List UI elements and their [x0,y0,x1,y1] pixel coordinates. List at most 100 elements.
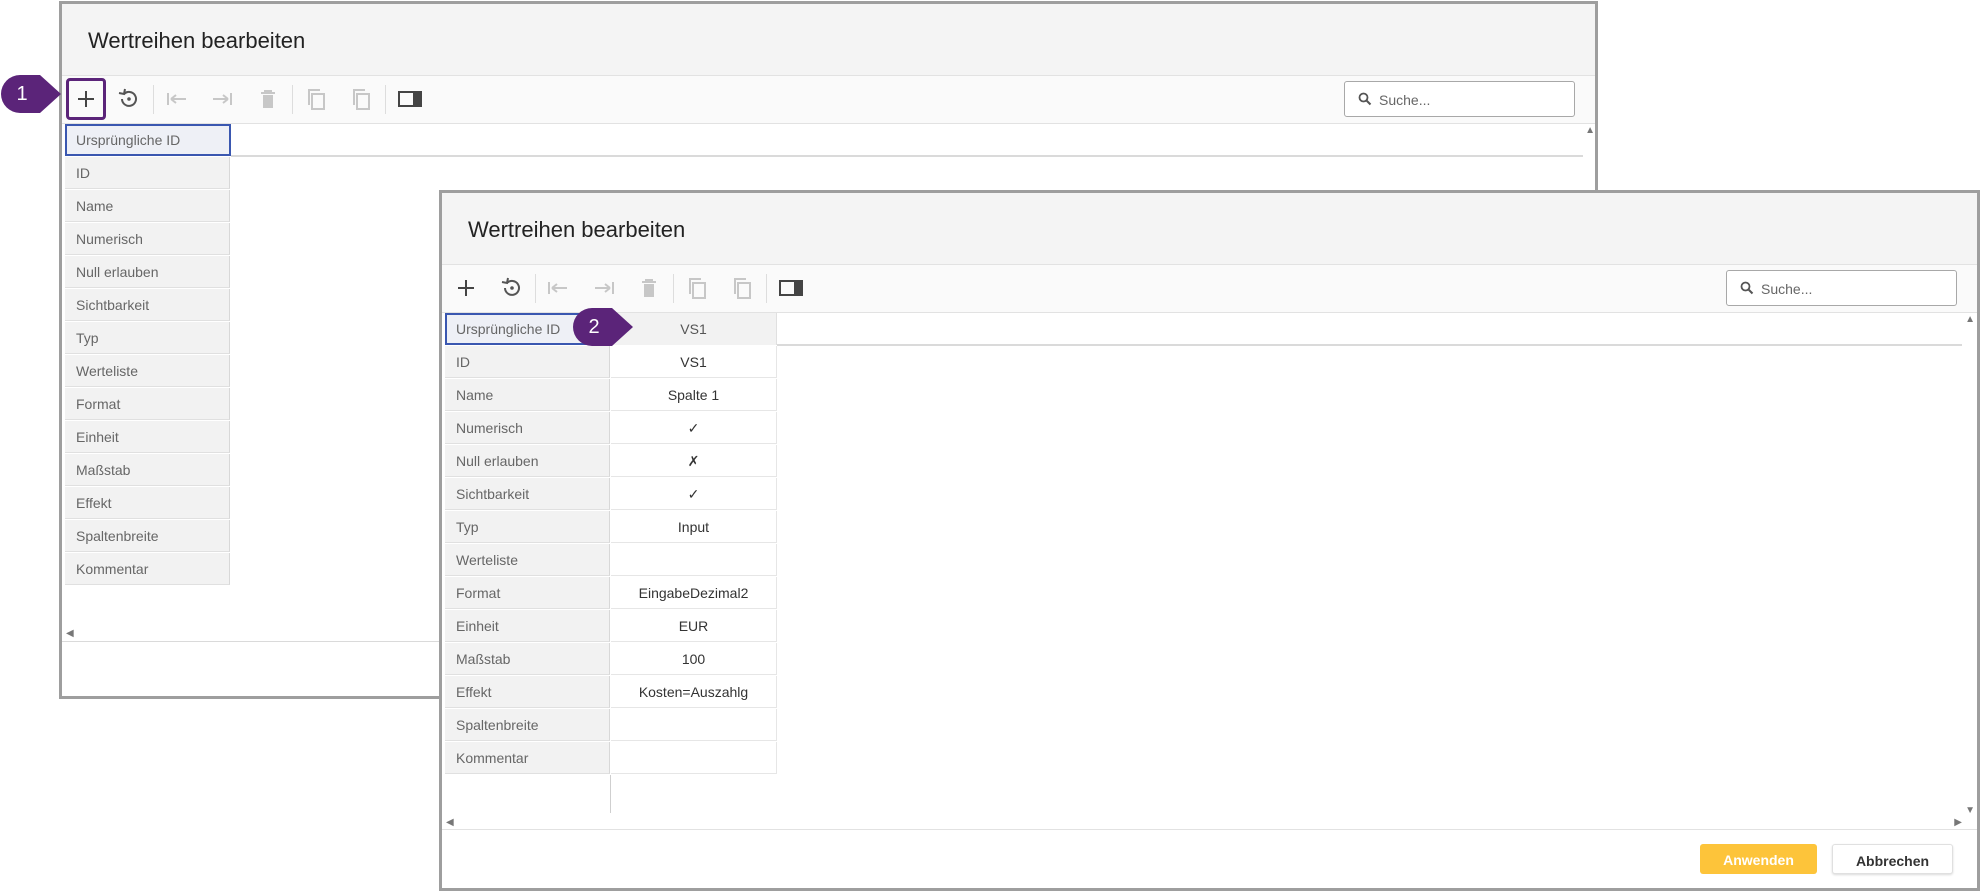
search-box[interactable] [1344,81,1575,118]
scroll-right-arrow[interactable]: ▶ [1954,818,1962,828]
copy-icon [308,89,325,110]
paste-button[interactable] [345,83,377,115]
dialog-front-toolbar [442,265,1977,313]
panel-icon [779,280,803,296]
panel-button[interactable] [394,83,426,115]
search-input[interactable] [1759,271,1953,307]
header-divider [231,155,1583,157]
column-header-value[interactable]: VS1 [611,313,777,345]
dialog-back-titlebar: Wertreihen bearbeiten [62,4,1595,76]
row-label: Effekt [445,676,610,708]
move-first-button[interactable] [542,272,574,304]
toolbar-separator [292,85,293,114]
search-icon [1740,281,1754,295]
row-label: Name [445,379,610,411]
row-label: Effekt [65,487,230,519]
row-value[interactable]: ✗ [611,445,777,477]
callout-number: 2 [588,316,600,338]
row-label: Null erlauben [445,445,610,477]
row-label: Sichtbarkeit [445,478,610,510]
copy-button[interactable] [681,272,713,304]
paste-icon [734,278,751,299]
column-header-label[interactable]: Ursprüngliche ID [65,124,231,156]
cancel-button[interactable]: Abbrechen [1832,844,1953,874]
callout-number: 1 [16,83,28,105]
row-label: Typ [445,511,610,543]
row-value[interactable]: Spalte 1 [611,379,777,411]
row-label: Werteliste [65,355,230,387]
row-label: Maßstab [445,643,610,675]
row-label: Spaltenbreite [445,709,610,741]
row-label: Einheit [445,610,610,642]
row-label: Werteliste [445,544,610,576]
toolbar-separator [153,85,154,114]
row-value[interactable]: 100 [611,643,777,675]
row-value[interactable] [611,544,777,576]
copy-icon [689,278,706,299]
toolbar-separator [766,274,767,303]
row-label: Null erlauben [65,256,230,288]
search-icon [1358,92,1372,106]
toolbar-separator [535,274,536,303]
scroll-down-arrow[interactable]: ▼ [1965,806,1975,816]
row-label: Numerisch [65,223,230,255]
panel-icon [398,91,422,107]
row-value[interactable]: EUR [611,610,777,642]
copy-button[interactable] [300,83,332,115]
row-label: Format [445,577,610,609]
delete-button[interactable] [252,83,284,115]
panel-button[interactable] [775,272,807,304]
column-divider [610,775,611,813]
row-label: Maßstab [65,454,230,486]
delete-button[interactable] [633,272,665,304]
move-last-icon [595,282,614,294]
toolbar-separator [673,274,674,303]
callout-badge-2: 2 [572,307,634,347]
scroll-up-arrow[interactable]: ▲ [1585,126,1595,136]
row-label: Format [65,388,230,420]
row-value[interactable]: Input [611,511,777,543]
add-button[interactable] [66,78,106,120]
apply-button[interactable]: Anwenden [1700,844,1817,874]
add-button[interactable] [450,272,482,304]
move-last-icon [213,93,232,105]
undo-button[interactable] [495,272,527,304]
dialog-front-grid: Ursprüngliche ID VS1 ▲ ID VS1 Name Spalte … [442,313,1977,830]
paste-button[interactable] [726,272,758,304]
row-label: Spaltenbreite [65,520,230,552]
row-label: Name [65,190,230,222]
trash-icon [261,90,275,108]
move-first-button[interactable] [161,83,193,115]
search-box[interactable] [1726,270,1957,307]
row-label: Kommentar [445,742,610,774]
trash-icon [642,279,656,297]
dialog-front-title: Wertreihen bearbeiten [468,217,686,242]
search-input[interactable] [1377,82,1571,118]
scroll-up-arrow[interactable]: ▲ [1965,315,1975,325]
row-label: Typ [65,322,230,354]
undo-button[interactable] [112,83,144,115]
row-label: Einheit [65,421,230,453]
header-divider [777,344,1962,346]
undo-icon [501,277,520,296]
callout-badge-1: 1 [0,74,62,114]
row-label: Kommentar [65,553,230,585]
row-label: Sichtbarkeit [65,289,230,321]
move-first-icon [548,282,567,294]
row-value[interactable]: ✓ [611,412,777,444]
move-last-button[interactable] [206,83,238,115]
row-value[interactable] [611,742,777,774]
paste-icon [353,89,370,110]
row-value[interactable]: ✓ [611,478,777,510]
dialog-front-footer: Anwenden Abbrechen [442,829,1977,888]
move-last-button[interactable] [588,272,620,304]
scroll-left-arrow[interactable]: ◀ [66,629,74,639]
plus-icon [78,91,94,107]
row-value[interactable]: Kosten=Auszahlg [611,676,777,708]
toolbar-separator [385,85,386,114]
row-value[interactable]: EingabeDezimal2 [611,577,777,609]
dialog-front: Wertreihen bearbeiten Suche... Ursprüngl… [439,190,1980,891]
scroll-left-arrow[interactable]: ◀ [446,818,454,828]
row-value[interactable]: VS1 [611,346,777,378]
row-value[interactable] [611,709,777,741]
